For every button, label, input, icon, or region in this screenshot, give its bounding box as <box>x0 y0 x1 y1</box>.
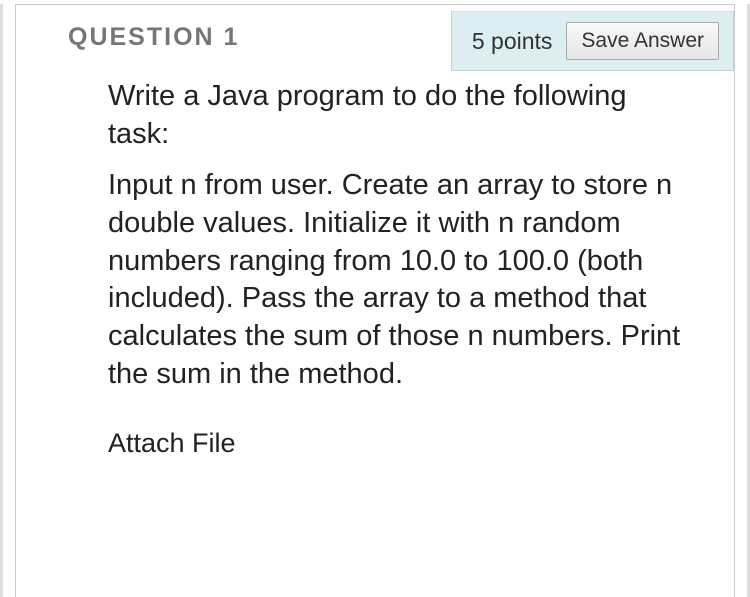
points-label: 5 points <box>472 28 553 55</box>
attach-file-label[interactable]: Attach File <box>16 408 734 459</box>
question-task: Input n from user. Create an array to st… <box>108 167 694 393</box>
question-body: Write a Java program to do the following… <box>16 52 734 394</box>
question-container: QUESTION 1 5 points Save Answer Write a … <box>15 4 735 597</box>
save-answer-button[interactable]: Save Answer <box>566 22 719 60</box>
page-outer: QUESTION 1 5 points Save Answer Write a … <box>0 4 750 597</box>
question-intro: Write a Java program to do the following… <box>108 78 694 153</box>
question-number: QUESTION 1 <box>16 23 239 52</box>
points-panel: 5 points Save Answer <box>451 11 734 71</box>
question-header: QUESTION 1 5 points Save Answer <box>16 5 734 52</box>
